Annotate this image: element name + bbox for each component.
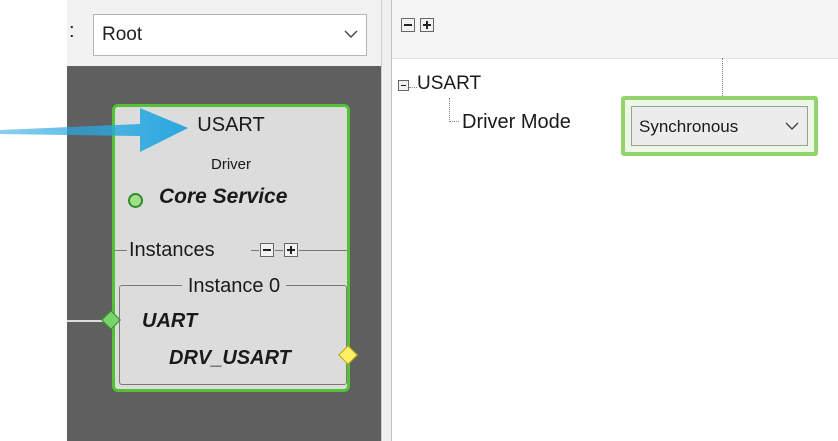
instances-divider <box>275 250 283 251</box>
component-subtitle: Driver <box>211 156 251 173</box>
core-service-label: Core Service <box>159 185 288 208</box>
tree-node-driver-mode[interactable]: Driver Mode <box>462 111 571 134</box>
tree-collapse-icon <box>401 85 406 86</box>
root-select-value: Root <box>102 24 143 45</box>
tree-connector <box>449 98 450 122</box>
tree-connector <box>449 121 459 122</box>
root-select[interactable]: Root <box>93 14 367 56</box>
instance-0-text: Instance 0 <box>181 275 287 297</box>
instance-0-group[interactable] <box>119 285 347 385</box>
expand-all-button[interactable] <box>420 18 434 32</box>
instances-label: Instances <box>129 239 215 261</box>
driver-mode-select[interactable]: Synchronous <box>631 106 808 146</box>
pointer-arrow-icon <box>0 108 188 152</box>
right-toolbar <box>392 0 838 59</box>
tree-connector <box>409 87 417 88</box>
driver-mode-value: Synchronous <box>639 117 739 136</box>
connection-wire <box>67 320 106 322</box>
core-service-dot-icon[interactable] <box>128 193 143 208</box>
instances-divider <box>251 250 259 251</box>
tree-collapse-toggle[interactable] <box>398 80 409 91</box>
tree-node-usart[interactable]: USART <box>417 73 481 95</box>
collapse-all-icon <box>404 24 412 26</box>
instances-divider <box>299 250 347 251</box>
remove-instance-button[interactable] <box>260 243 274 257</box>
instances-divider <box>115 250 127 251</box>
chevron-down-icon <box>785 122 799 130</box>
root-label-separator: : <box>69 20 75 42</box>
uart-port-label: UART <box>142 310 198 332</box>
drv-usart-port-label: DRV_USART <box>169 347 291 369</box>
panel-splitter[interactable] <box>381 0 392 441</box>
chevron-down-icon <box>344 30 358 38</box>
instance-0-label: Instance 0 <box>115 275 353 298</box>
minus-icon <box>263 249 271 251</box>
add-instance-button[interactable] <box>284 243 298 257</box>
collapse-all-button[interactable] <box>401 18 415 32</box>
